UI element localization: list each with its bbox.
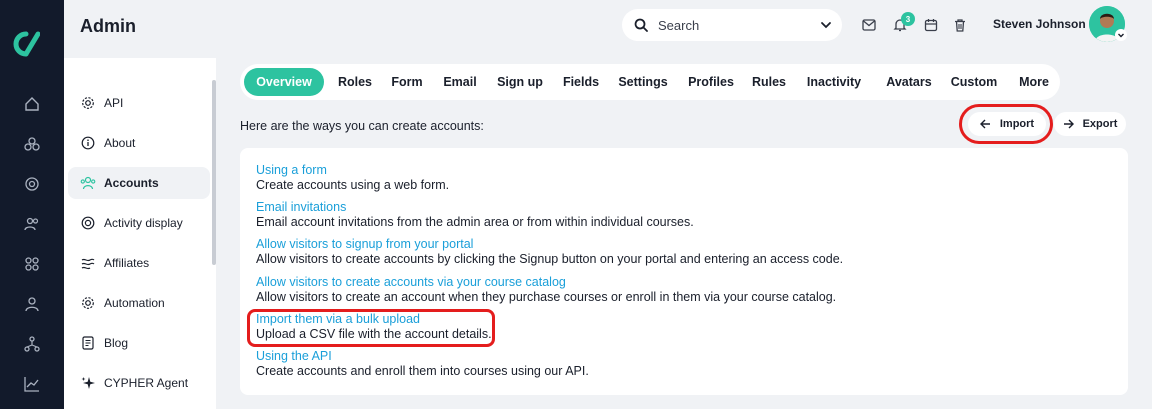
highlight-ring-import bbox=[959, 104, 1053, 144]
option-link[interactable]: Email invitations bbox=[256, 200, 346, 214]
tab-form[interactable]: Form bbox=[384, 68, 430, 96]
tab-roles[interactable]: Roles bbox=[330, 68, 380, 96]
tab-custom[interactable]: Custom bbox=[946, 68, 1002, 96]
sidebar-item-accounts[interactable]: Accounts bbox=[68, 167, 210, 199]
tab-profiles[interactable]: Profiles bbox=[680, 68, 742, 96]
sidebar-item-label: API bbox=[104, 96, 124, 110]
tab-settings[interactable]: Settings bbox=[612, 68, 674, 96]
arrow-right-icon bbox=[1063, 118, 1075, 130]
intro-text: Here are the ways you can create account… bbox=[240, 119, 484, 133]
users-icon[interactable] bbox=[22, 214, 42, 234]
home-icon[interactable] bbox=[22, 94, 42, 114]
sidebar-item-api[interactable]: API bbox=[68, 87, 210, 119]
grid-icon[interactable] bbox=[22, 254, 42, 274]
brand-logo[interactable] bbox=[12, 30, 40, 58]
tab-overview[interactable]: Overview bbox=[244, 68, 324, 96]
notification-badge: 3 bbox=[901, 12, 915, 26]
document-icon bbox=[80, 335, 96, 351]
sparkle-icon bbox=[80, 375, 96, 391]
option-link[interactable]: Using the API bbox=[256, 349, 332, 363]
option-link[interactable]: Using a form bbox=[256, 163, 327, 177]
info-icon bbox=[80, 135, 96, 151]
option-description: Allow visitors to create accounts by cli… bbox=[256, 252, 844, 266]
trash-icon[interactable] bbox=[951, 16, 969, 34]
top-header: Admin Search 3 Steven Johnson bbox=[64, 0, 1152, 58]
gear-icon bbox=[80, 95, 96, 111]
sidebar-item-label: Activity display bbox=[104, 216, 183, 230]
sidebar-item-label: Blog bbox=[104, 336, 129, 350]
option-description: Allow visitors to create an account when… bbox=[256, 290, 837, 304]
sidebar-item-cypher-agent[interactable]: CYPHER Agent bbox=[68, 367, 210, 399]
courses-icon[interactable] bbox=[22, 134, 42, 154]
sidebar-item-label: About bbox=[104, 136, 136, 150]
target-icon bbox=[80, 215, 96, 231]
option-link[interactable]: Allow visitors to create accounts via yo… bbox=[256, 275, 566, 289]
sidebar-item-automation[interactable]: Automation bbox=[68, 287, 210, 319]
tab-rules[interactable]: Rules bbox=[748, 68, 790, 96]
sidebar-item-label: Accounts bbox=[104, 176, 159, 190]
sidebar-item-activity-display[interactable]: Activity display bbox=[68, 207, 210, 239]
highlight-ring-bulk-upload bbox=[247, 309, 495, 347]
chevron-down-icon[interactable] bbox=[820, 19, 832, 31]
network-icon[interactable] bbox=[22, 334, 42, 354]
sidebar-scrollbar[interactable] bbox=[212, 80, 216, 265]
page-title: Admin bbox=[80, 16, 136, 36]
chart-icon[interactable] bbox=[22, 374, 42, 394]
gear-icon bbox=[80, 295, 96, 311]
tab-sign-up[interactable]: Sign up bbox=[490, 68, 550, 96]
search-box[interactable]: Search bbox=[622, 9, 842, 41]
option-description: Create accounts using a web form. bbox=[256, 178, 450, 192]
export-button[interactable]: Export bbox=[1054, 112, 1126, 136]
affiliates-icon bbox=[80, 255, 96, 271]
account-options-card: Using a form Create accounts using a web… bbox=[240, 148, 1128, 395]
export-label: Export bbox=[1082, 118, 1118, 130]
option-description: Create accounts and enroll them into cou… bbox=[256, 364, 589, 378]
calendar-icon[interactable] bbox=[922, 16, 940, 34]
sidebar-item-label: CYPHER Agent bbox=[104, 376, 189, 390]
sidebar-item-label: Automation bbox=[104, 296, 165, 310]
sidebar-item-about[interactable]: About bbox=[68, 127, 210, 159]
tab-avatars[interactable]: Avatars bbox=[878, 68, 940, 96]
target-icon[interactable] bbox=[22, 174, 42, 194]
users-icon bbox=[80, 175, 96, 191]
chevron-down-icon[interactable] bbox=[1115, 29, 1127, 41]
sidebar-item-affiliates[interactable]: Affiliates bbox=[68, 247, 210, 279]
search-icon bbox=[634, 18, 648, 32]
user-name[interactable]: Steven Johnson bbox=[993, 17, 1086, 31]
icon-rail bbox=[0, 0, 64, 409]
search-label: Search bbox=[658, 17, 700, 33]
user-icon[interactable] bbox=[22, 294, 42, 314]
tab-email[interactable]: Email bbox=[436, 68, 484, 96]
tab-inactivity[interactable]: Inactivity bbox=[796, 68, 872, 96]
option-description: Email account invitations from the admin… bbox=[256, 215, 694, 229]
option-link[interactable]: Allow visitors to signup from your porta… bbox=[256, 237, 473, 251]
tab-bar: Overview Roles Form Email Sign up Fields… bbox=[240, 64, 1060, 100]
tab-fields[interactable]: Fields bbox=[556, 68, 606, 96]
sidebar-item-label: Affiliates bbox=[104, 256, 150, 270]
tab-more[interactable]: More bbox=[1008, 68, 1060, 96]
mail-icon[interactable] bbox=[860, 16, 878, 34]
sidebar-item-blog[interactable]: Blog bbox=[68, 327, 210, 359]
settings-sidebar: API About Accounts Activity display Affi… bbox=[64, 58, 216, 409]
